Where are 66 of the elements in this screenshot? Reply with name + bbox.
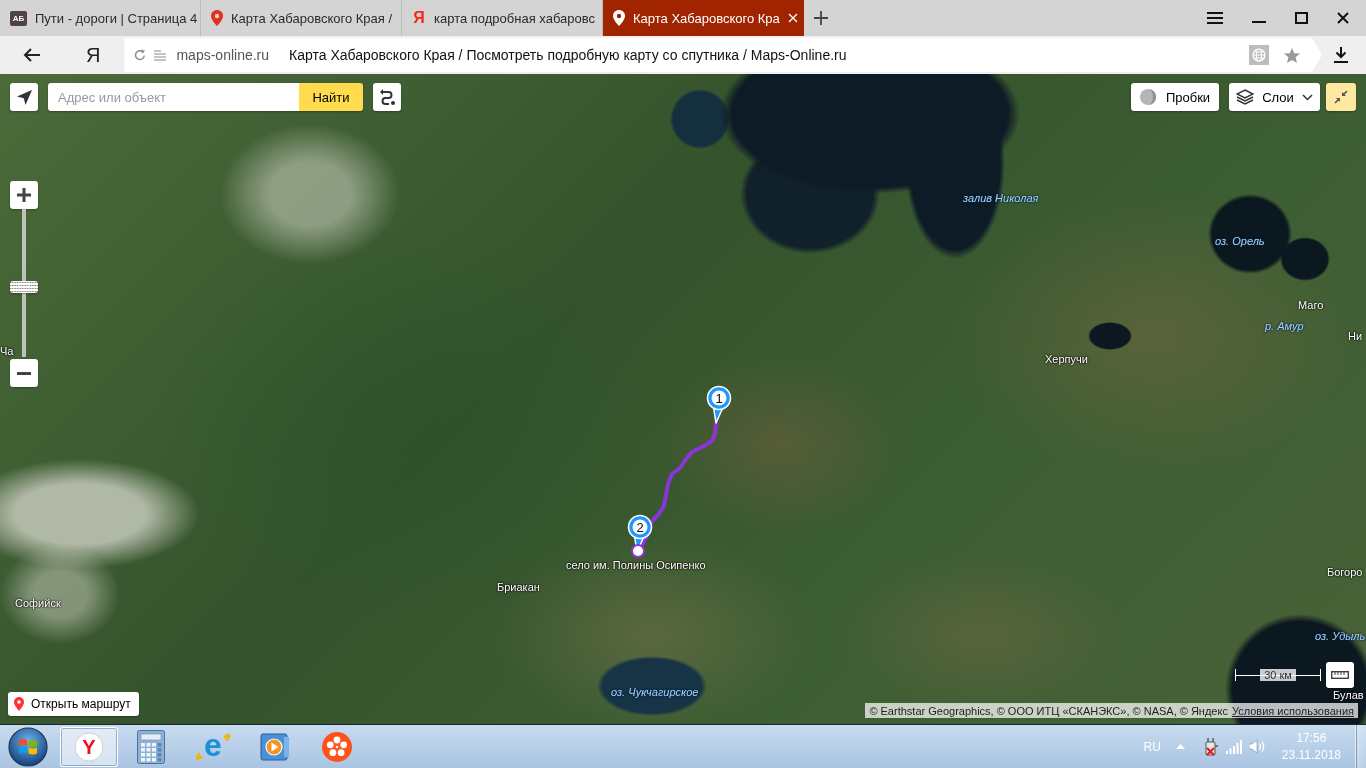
ruler-icon: [1331, 671, 1349, 679]
water-label: оз. Чукчагирское: [611, 686, 699, 698]
maximize-icon[interactable]: [1295, 12, 1308, 24]
attribution-text: © Earthstar Geographics, © ООО ИТЦ «СКАНЭКС», © NASA, © Яндекс: [869, 704, 1228, 717]
place-label: Маго: [1298, 299, 1324, 311]
place-label: Богоро: [1327, 566, 1363, 578]
show-desktop-button[interactable]: [1355, 725, 1366, 768]
url-domain: maps-online.ru: [176, 47, 270, 63]
download-icon[interactable]: [1334, 47, 1348, 63]
place-label: Софийск: [15, 597, 61, 609]
traffic-button[interactable]: Пробки: [1131, 83, 1219, 111]
browser-tab[interactable]: Карта Хабаровского Кра: [603, 0, 804, 36]
menu-icon[interactable]: [1207, 12, 1223, 24]
taskbar-button[interactable]: Y: [60, 726, 118, 767]
search-field[interactable]: Адрес или объект: [48, 83, 299, 111]
film-reel-icon: [322, 731, 352, 762]
zoom-out-button[interactable]: [10, 359, 38, 387]
location-arrow-icon: [16, 89, 32, 105]
site-logo: АБ: [10, 10, 27, 26]
layers-icon: [1236, 89, 1255, 105]
ruler-button[interactable]: [1326, 662, 1354, 688]
water-label: р. Амур: [1265, 320, 1304, 332]
reload-icon[interactable]: [134, 49, 147, 61]
collapse-button[interactable]: [1326, 83, 1356, 111]
zoom-in-button[interactable]: [10, 181, 38, 209]
map-pin-icon: [211, 10, 223, 26]
place-label: село им. Полины Осипенко: [566, 559, 706, 571]
water-label: оз. Орель: [1215, 235, 1265, 247]
address-bar[interactable]: maps-online.ru Карта Хабаровского Края / Посмотреть подробную карту со спутника / Maps-Online.ru: [124, 38, 1322, 72]
close-icon[interactable]: [1337, 12, 1349, 24]
calculator-icon: [137, 729, 165, 764]
place-label: Булав: [1333, 689, 1364, 701]
minus-icon: [17, 371, 31, 375]
plus-icon[interactable]: [814, 11, 828, 25]
inward-arrows-icon: [1334, 90, 1348, 104]
site-logo: Я: [412, 10, 426, 26]
place-label: Херпучи: [1045, 353, 1088, 365]
place-label: Ни: [1348, 330, 1363, 342]
water-label: залив Николая: [963, 192, 1039, 204]
locate-button[interactable]: [10, 83, 38, 111]
place-label: Ча: [0, 345, 14, 357]
map-pin-icon: [14, 697, 24, 711]
windows-logo-icon: [7, 726, 48, 767]
waypoint-icon[interactable]: [631, 544, 645, 558]
page-title: Карта Хабаровского Края / Посмотреть подробную карту со спутника / Maps-Online.ru: [289, 47, 847, 63]
place-label: Бриакан: [497, 581, 540, 593]
chevron-down-icon: [1301, 93, 1313, 101]
layers-button[interactable]: Слои: [1229, 83, 1320, 111]
power-plug-icon[interactable]: [1202, 736, 1219, 757]
route-button[interactable]: [373, 83, 401, 111]
browser-e-logo: e: [196, 730, 230, 763]
open-route-button[interactable]: Открыть маршрут: [8, 692, 139, 716]
browser-logo: Y: [74, 731, 104, 762]
scale-bar: 30 км: [1235, 669, 1321, 681]
circle-icon: [1139, 89, 1156, 105]
water-label: оз. Удыль: [1315, 630, 1366, 642]
zoom-slider-thumb[interactable]: [10, 281, 38, 293]
find-button[interactable]: Найти: [299, 83, 363, 111]
plus-icon: [17, 188, 31, 202]
media-player-icon: [260, 732, 290, 761]
back-arrow-icon[interactable]: [23, 48, 41, 62]
route-icon: [379, 89, 395, 105]
map-pin-icon: [613, 10, 625, 26]
yandex-button[interactable]: Я: [86, 44, 101, 66]
terms-link[interactable]: Условия использования: [1231, 704, 1354, 717]
bookmark-star-icon[interactable]: [1284, 47, 1300, 63]
